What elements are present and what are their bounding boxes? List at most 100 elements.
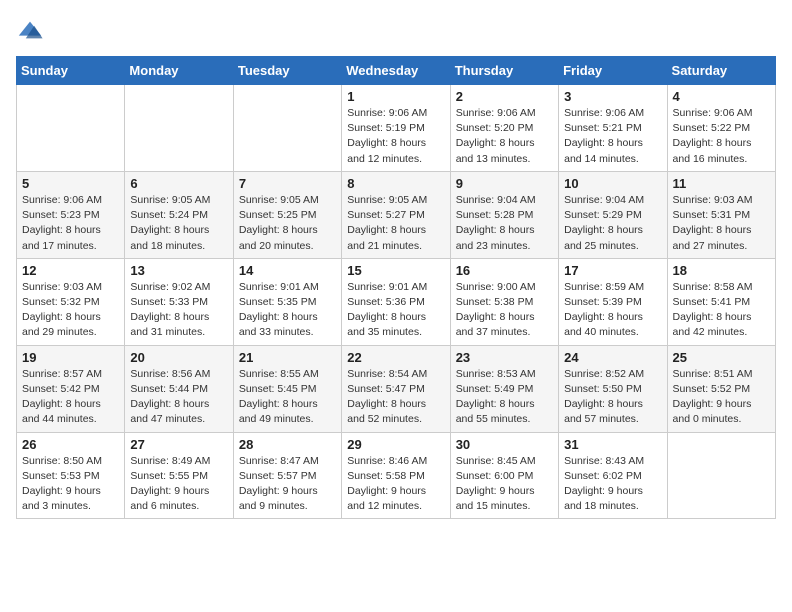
sunset-label: Sunset: 5:36 PM xyxy=(347,296,425,308)
day-number: 3 xyxy=(564,89,661,104)
calendar-cell: 7 Sunrise: 9:05 AM Sunset: 5:25 PM Dayli… xyxy=(233,171,341,258)
daylight-label: Daylight: 8 hours and 13 minutes. xyxy=(456,137,535,164)
calendar-cell: 13 Sunrise: 9:02 AM Sunset: 5:33 PM Dayl… xyxy=(125,258,233,345)
sunset-label: Sunset: 5:57 PM xyxy=(239,470,317,482)
day-number: 4 xyxy=(673,89,770,104)
sunrise-label: Sunrise: 8:58 AM xyxy=(673,281,753,293)
sunrise-label: Sunrise: 9:06 AM xyxy=(456,107,536,119)
daylight-label: Daylight: 8 hours and 17 minutes. xyxy=(22,224,101,251)
logo xyxy=(16,16,48,44)
calendar-cell: 28 Sunrise: 8:47 AM Sunset: 5:57 PM Dayl… xyxy=(233,432,341,519)
day-number: 27 xyxy=(130,437,227,452)
day-info: Sunrise: 8:55 AM Sunset: 5:45 PM Dayligh… xyxy=(239,367,336,428)
sunset-label: Sunset: 5:24 PM xyxy=(130,209,208,221)
daylight-label: Daylight: 9 hours and 9 minutes. xyxy=(239,485,318,512)
sunset-label: Sunset: 5:22 PM xyxy=(673,122,751,134)
weekday-header-saturday: Saturday xyxy=(667,57,775,85)
calendar-week-1: 1 Sunrise: 9:06 AM Sunset: 5:19 PM Dayli… xyxy=(17,85,776,172)
daylight-label: Daylight: 8 hours and 49 minutes. xyxy=(239,398,318,425)
day-info: Sunrise: 9:05 AM Sunset: 5:24 PM Dayligh… xyxy=(130,193,227,254)
calendar-cell: 19 Sunrise: 8:57 AM Sunset: 5:42 PM Dayl… xyxy=(17,345,125,432)
day-number: 19 xyxy=(22,350,119,365)
daylight-label: Daylight: 8 hours and 35 minutes. xyxy=(347,311,426,338)
calendar-cell xyxy=(667,432,775,519)
daylight-label: Daylight: 8 hours and 44 minutes. xyxy=(22,398,101,425)
daylight-label: Daylight: 8 hours and 57 minutes. xyxy=(564,398,643,425)
sunrise-label: Sunrise: 9:03 AM xyxy=(22,281,102,293)
day-info: Sunrise: 9:05 AM Sunset: 5:27 PM Dayligh… xyxy=(347,193,444,254)
day-info: Sunrise: 8:47 AM Sunset: 5:57 PM Dayligh… xyxy=(239,454,336,515)
sunset-label: Sunset: 5:33 PM xyxy=(130,296,208,308)
sunset-label: Sunset: 5:55 PM xyxy=(130,470,208,482)
sunrise-label: Sunrise: 9:03 AM xyxy=(673,194,753,206)
calendar-cell: 21 Sunrise: 8:55 AM Sunset: 5:45 PM Dayl… xyxy=(233,345,341,432)
calendar-cell: 9 Sunrise: 9:04 AM Sunset: 5:28 PM Dayli… xyxy=(450,171,558,258)
sunset-label: Sunset: 5:31 PM xyxy=(673,209,751,221)
calendar-body: 1 Sunrise: 9:06 AM Sunset: 5:19 PM Dayli… xyxy=(17,85,776,519)
daylight-label: Daylight: 8 hours and 20 minutes. xyxy=(239,224,318,251)
page-header xyxy=(16,16,776,44)
calendar-cell: 16 Sunrise: 9:00 AM Sunset: 5:38 PM Dayl… xyxy=(450,258,558,345)
day-number: 18 xyxy=(673,263,770,278)
sunrise-label: Sunrise: 9:05 AM xyxy=(239,194,319,206)
calendar-cell: 22 Sunrise: 8:54 AM Sunset: 5:47 PM Dayl… xyxy=(342,345,450,432)
weekday-header-row: SundayMondayTuesdayWednesdayThursdayFrid… xyxy=(17,57,776,85)
day-number: 9 xyxy=(456,176,553,191)
calendar-cell: 3 Sunrise: 9:06 AM Sunset: 5:21 PM Dayli… xyxy=(559,85,667,172)
day-info: Sunrise: 8:46 AM Sunset: 5:58 PM Dayligh… xyxy=(347,454,444,515)
sunrise-label: Sunrise: 9:05 AM xyxy=(347,194,427,206)
calendar-cell: 23 Sunrise: 8:53 AM Sunset: 5:49 PM Dayl… xyxy=(450,345,558,432)
calendar-cell xyxy=(125,85,233,172)
daylight-label: Daylight: 8 hours and 33 minutes. xyxy=(239,311,318,338)
day-number: 29 xyxy=(347,437,444,452)
day-info: Sunrise: 9:01 AM Sunset: 5:35 PM Dayligh… xyxy=(239,280,336,341)
day-number: 17 xyxy=(564,263,661,278)
daylight-label: Daylight: 8 hours and 16 minutes. xyxy=(673,137,752,164)
sunrise-label: Sunrise: 8:49 AM xyxy=(130,455,210,467)
weekday-header-wednesday: Wednesday xyxy=(342,57,450,85)
sunset-label: Sunset: 5:50 PM xyxy=(564,383,642,395)
calendar-cell: 27 Sunrise: 8:49 AM Sunset: 5:55 PM Dayl… xyxy=(125,432,233,519)
sunset-label: Sunset: 5:21 PM xyxy=(564,122,642,134)
sunrise-label: Sunrise: 9:00 AM xyxy=(456,281,536,293)
calendar-cell xyxy=(233,85,341,172)
daylight-label: Daylight: 9 hours and 6 minutes. xyxy=(130,485,209,512)
calendar-week-4: 19 Sunrise: 8:57 AM Sunset: 5:42 PM Dayl… xyxy=(17,345,776,432)
sunset-label: Sunset: 5:32 PM xyxy=(22,296,100,308)
sunrise-label: Sunrise: 9:04 AM xyxy=(564,194,644,206)
calendar-cell: 20 Sunrise: 8:56 AM Sunset: 5:44 PM Dayl… xyxy=(125,345,233,432)
day-number: 8 xyxy=(347,176,444,191)
daylight-label: Daylight: 8 hours and 21 minutes. xyxy=(347,224,426,251)
calendar-cell: 25 Sunrise: 8:51 AM Sunset: 5:52 PM Dayl… xyxy=(667,345,775,432)
day-number: 14 xyxy=(239,263,336,278)
sunrise-label: Sunrise: 8:57 AM xyxy=(22,368,102,380)
calendar-cell: 30 Sunrise: 8:45 AM Sunset: 6:00 PM Dayl… xyxy=(450,432,558,519)
day-info: Sunrise: 8:50 AM Sunset: 5:53 PM Dayligh… xyxy=(22,454,119,515)
daylight-label: Daylight: 9 hours and 0 minutes. xyxy=(673,398,752,425)
daylight-label: Daylight: 9 hours and 18 minutes. xyxy=(564,485,643,512)
calendar-cell: 15 Sunrise: 9:01 AM Sunset: 5:36 PM Dayl… xyxy=(342,258,450,345)
calendar-cell: 10 Sunrise: 9:04 AM Sunset: 5:29 PM Dayl… xyxy=(559,171,667,258)
daylight-label: Daylight: 8 hours and 55 minutes. xyxy=(456,398,535,425)
sunset-label: Sunset: 5:44 PM xyxy=(130,383,208,395)
sunrise-label: Sunrise: 8:50 AM xyxy=(22,455,102,467)
day-number: 20 xyxy=(130,350,227,365)
day-number: 15 xyxy=(347,263,444,278)
day-info: Sunrise: 9:06 AM Sunset: 5:19 PM Dayligh… xyxy=(347,106,444,167)
day-number: 31 xyxy=(564,437,661,452)
sunrise-label: Sunrise: 9:01 AM xyxy=(347,281,427,293)
daylight-label: Daylight: 8 hours and 27 minutes. xyxy=(673,224,752,251)
sunset-label: Sunset: 5:53 PM xyxy=(22,470,100,482)
daylight-label: Daylight: 9 hours and 15 minutes. xyxy=(456,485,535,512)
calendar-header: SundayMondayTuesdayWednesdayThursdayFrid… xyxy=(17,57,776,85)
day-number: 6 xyxy=(130,176,227,191)
day-info: Sunrise: 9:03 AM Sunset: 5:32 PM Dayligh… xyxy=(22,280,119,341)
day-number: 25 xyxy=(673,350,770,365)
sunset-label: Sunset: 5:45 PM xyxy=(239,383,317,395)
day-number: 24 xyxy=(564,350,661,365)
day-number: 1 xyxy=(347,89,444,104)
day-info: Sunrise: 9:00 AM Sunset: 5:38 PM Dayligh… xyxy=(456,280,553,341)
day-number: 21 xyxy=(239,350,336,365)
day-info: Sunrise: 8:49 AM Sunset: 5:55 PM Dayligh… xyxy=(130,454,227,515)
daylight-label: Daylight: 8 hours and 47 minutes. xyxy=(130,398,209,425)
